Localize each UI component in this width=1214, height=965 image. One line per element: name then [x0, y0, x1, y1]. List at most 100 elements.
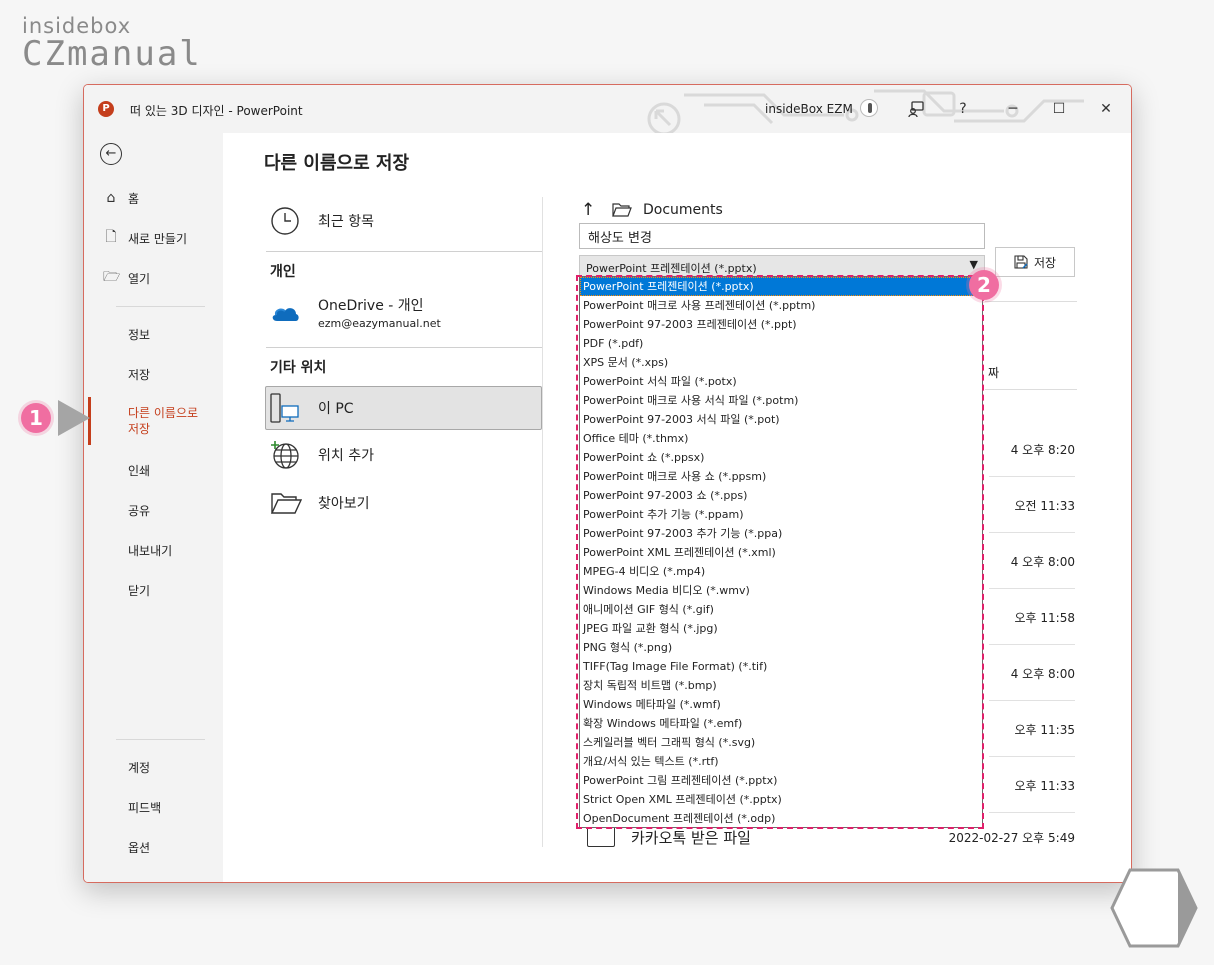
- nav-info[interactable]: 정보: [128, 326, 150, 343]
- sidebar-divider: [116, 306, 205, 307]
- pointer-arrow-icon: [58, 400, 90, 436]
- folder-icon: [612, 203, 632, 217]
- file-type-option[interactable]: Windows Media 비디오 (*.wmv): [580, 581, 982, 600]
- minimize-button[interactable]: ─: [990, 85, 1036, 133]
- save-icon: [1014, 255, 1028, 269]
- close-button[interactable]: ✕: [1083, 85, 1129, 133]
- file-type-option[interactable]: PowerPoint 서식 파일 (*.potx): [580, 372, 982, 391]
- sidebar-divider: [116, 739, 205, 740]
- clock-icon: [271, 207, 299, 235]
- current-folder[interactable]: Documents: [643, 202, 723, 218]
- hexagon-logo-icon: [1110, 868, 1198, 948]
- nav-options[interactable]: 옵션: [128, 839, 150, 856]
- file-date: 오후 11:33: [1014, 779, 1075, 793]
- open-folder-icon: 🗁: [103, 269, 121, 285]
- nav-print[interactable]: 인쇄: [128, 462, 150, 479]
- page-title: 다른 이름으로 저장: [264, 153, 410, 174]
- file-date: 오전 11:33: [1014, 499, 1075, 513]
- maximize-button[interactable]: ☐: [1036, 85, 1082, 133]
- file-type-option[interactable]: JPEG 파일 교환 형식 (*.jpg): [580, 619, 982, 638]
- location-browse-label: 찾아보기: [318, 496, 370, 512]
- nav-save-as[interactable]: 다른 이름으로 저장: [128, 405, 198, 437]
- file-type-select[interactable]: PowerPoint 프레젠테이션 (*.pptx) ▼: [579, 255, 985, 277]
- section-personal: 개인: [270, 264, 296, 280]
- nav-home-label: 홈: [128, 191, 140, 206]
- location-recent[interactable]: 최근 항목: [270, 199, 540, 243]
- file-type-option[interactable]: 확장 Windows 메타파일 (*.emf): [580, 714, 982, 733]
- file-date: 오후 11:58: [1014, 611, 1075, 625]
- file-type-option[interactable]: PowerPoint 쇼 (*.ppsx): [580, 448, 982, 467]
- save-button[interactable]: 저장: [995, 247, 1075, 277]
- file-type-option[interactable]: PNG 형식 (*.png): [580, 638, 982, 657]
- nav-export[interactable]: 내보내기: [128, 542, 172, 559]
- location-add-place[interactable]: 위치 추가: [270, 433, 540, 477]
- backstage-sidebar: ← ⌂ 홈 🗋 새로 만들기 🗁 열기 정보 저장 다른 이름으로 저장 인쇄 …: [84, 133, 223, 882]
- file-type-option[interactable]: PowerPoint 추가 기능 (*.ppam): [580, 505, 982, 524]
- nav-account[interactable]: 계정: [128, 759, 150, 776]
- nav-home[interactable]: ⌂ 홈: [84, 183, 223, 213]
- home-icon: ⌂: [106, 190, 116, 206]
- file-type-option[interactable]: PowerPoint 프레젠테이션 (*.pptx): [580, 277, 982, 296]
- file-type-option[interactable]: PDF (*.pdf): [580, 334, 982, 353]
- nav-new[interactable]: 🗋 새로 만들기: [84, 223, 223, 253]
- powerpoint-icon: P: [98, 101, 114, 117]
- panel-divider: [542, 197, 543, 847]
- filename-input[interactable]: [579, 223, 985, 249]
- brand-line2: CZmanual: [22, 34, 202, 74]
- nav-open[interactable]: 🗁 열기: [84, 263, 223, 293]
- date-modified-header[interactable]: 짜: [988, 364, 999, 381]
- account-name[interactable]: insideBox EZM: [765, 102, 853, 116]
- help-button[interactable]: ?: [940, 85, 986, 133]
- file-type-option[interactable]: Office 테마 (*.thmx): [580, 429, 982, 448]
- location-this-pc[interactable]: 이 PC: [270, 386, 540, 430]
- back-button[interactable]: ←: [100, 143, 122, 165]
- file-type-dropdown-list: PowerPoint 프레젠테이션 (*.pptx) PowerPoint 매크로…: [579, 276, 983, 828]
- row-divider: [989, 812, 1075, 813]
- onedrive-email: ezm@eazymanual.net: [318, 317, 441, 330]
- add-globe-icon: [271, 441, 299, 469]
- new-file-icon: 🗋: [105, 229, 117, 245]
- location-add-place-label: 위치 추가: [318, 448, 374, 464]
- coauthor-icon[interactable]: [893, 85, 939, 133]
- file-type-option[interactable]: OpenDocument 프레젠테이션 (*.odp): [580, 809, 982, 827]
- file-type-option[interactable]: TIFF(Tag Image File Format) (*.tif): [580, 657, 982, 676]
- step-badge-1: 1: [21, 403, 51, 433]
- file-row[interactable]: 카카오톡 받은 파일 2022-02-27 오후 5:49: [587, 825, 1077, 851]
- up-arrow-icon[interactable]: ↑: [581, 200, 601, 220]
- file-type-option[interactable]: Strict Open XML 프레젠테이션 (*.pptx): [580, 790, 982, 809]
- file-type-option[interactable]: 애니메이션 GIF 형식 (*.gif): [580, 600, 982, 619]
- chevron-down-icon: ▼: [969, 258, 978, 271]
- file-date: 4 오후 8:00: [1010, 667, 1075, 681]
- location-onedrive[interactable]: OneDrive - 개인 ezm@eazymanual.net: [270, 291, 540, 335]
- file-type-option[interactable]: PowerPoint 매크로 사용 프레젠테이션 (*.pptm): [580, 296, 982, 315]
- file-type-option[interactable]: 개요/서식 있는 텍스트 (*.rtf): [580, 752, 982, 771]
- onedrive-label: OneDrive - 개인: [318, 298, 424, 314]
- location-browse[interactable]: 찾아보기: [270, 481, 540, 525]
- nav-share[interactable]: 공유: [128, 502, 150, 519]
- file-type-option[interactable]: PowerPoint 97-2003 프레젠테이션 (*.ppt): [580, 315, 982, 334]
- file-type-option[interactable]: PowerPoint 그림 프레젠테이션 (*.pptx): [580, 771, 982, 790]
- file-type-option[interactable]: XPS 문서 (*.xps): [580, 353, 982, 372]
- file-type-option[interactable]: 스케일러블 벡터 그래픽 형식 (*.svg): [580, 733, 982, 752]
- file-type-option[interactable]: MPEG-4 비디오 (*.mp4): [580, 562, 982, 581]
- divider: [266, 251, 542, 252]
- nav-save-as-line1: 다른 이름으로: [128, 406, 199, 420]
- file-type-option[interactable]: PowerPoint 매크로 사용 서식 파일 (*.potm): [580, 391, 982, 410]
- file-date: 오후 11:35: [1014, 723, 1075, 737]
- file-date: 4 오후 8:00: [1010, 555, 1075, 569]
- avatar[interactable]: [860, 99, 878, 117]
- file-type-option[interactable]: Windows 메타파일 (*.wmf): [580, 695, 982, 714]
- nav-save[interactable]: 저장: [128, 366, 150, 383]
- nav-close[interactable]: 닫기: [128, 582, 150, 599]
- file-type-option[interactable]: PowerPoint 97-2003 추가 기능 (*.ppa): [580, 524, 982, 543]
- file-date: 4 오후 8:20: [1010, 443, 1075, 457]
- file-type-option[interactable]: 장치 독립적 비트맵 (*.bmp): [580, 676, 982, 695]
- file-type-option[interactable]: PowerPoint 매크로 사용 쇼 (*.ppsm): [580, 467, 982, 486]
- file-type-option[interactable]: PowerPoint XML 프레젠테이션 (*.xml): [580, 543, 982, 562]
- file-type-option[interactable]: PowerPoint 97-2003 서식 파일 (*.pot): [580, 410, 982, 429]
- location-this-pc-label: 이 PC: [318, 401, 354, 417]
- nav-feedback[interactable]: 피드백: [128, 799, 161, 816]
- computer-icon: [270, 393, 299, 423]
- file-type-option[interactable]: PowerPoint 97-2003 쇼 (*.pps): [580, 486, 982, 505]
- onedrive-icon: [272, 308, 299, 321]
